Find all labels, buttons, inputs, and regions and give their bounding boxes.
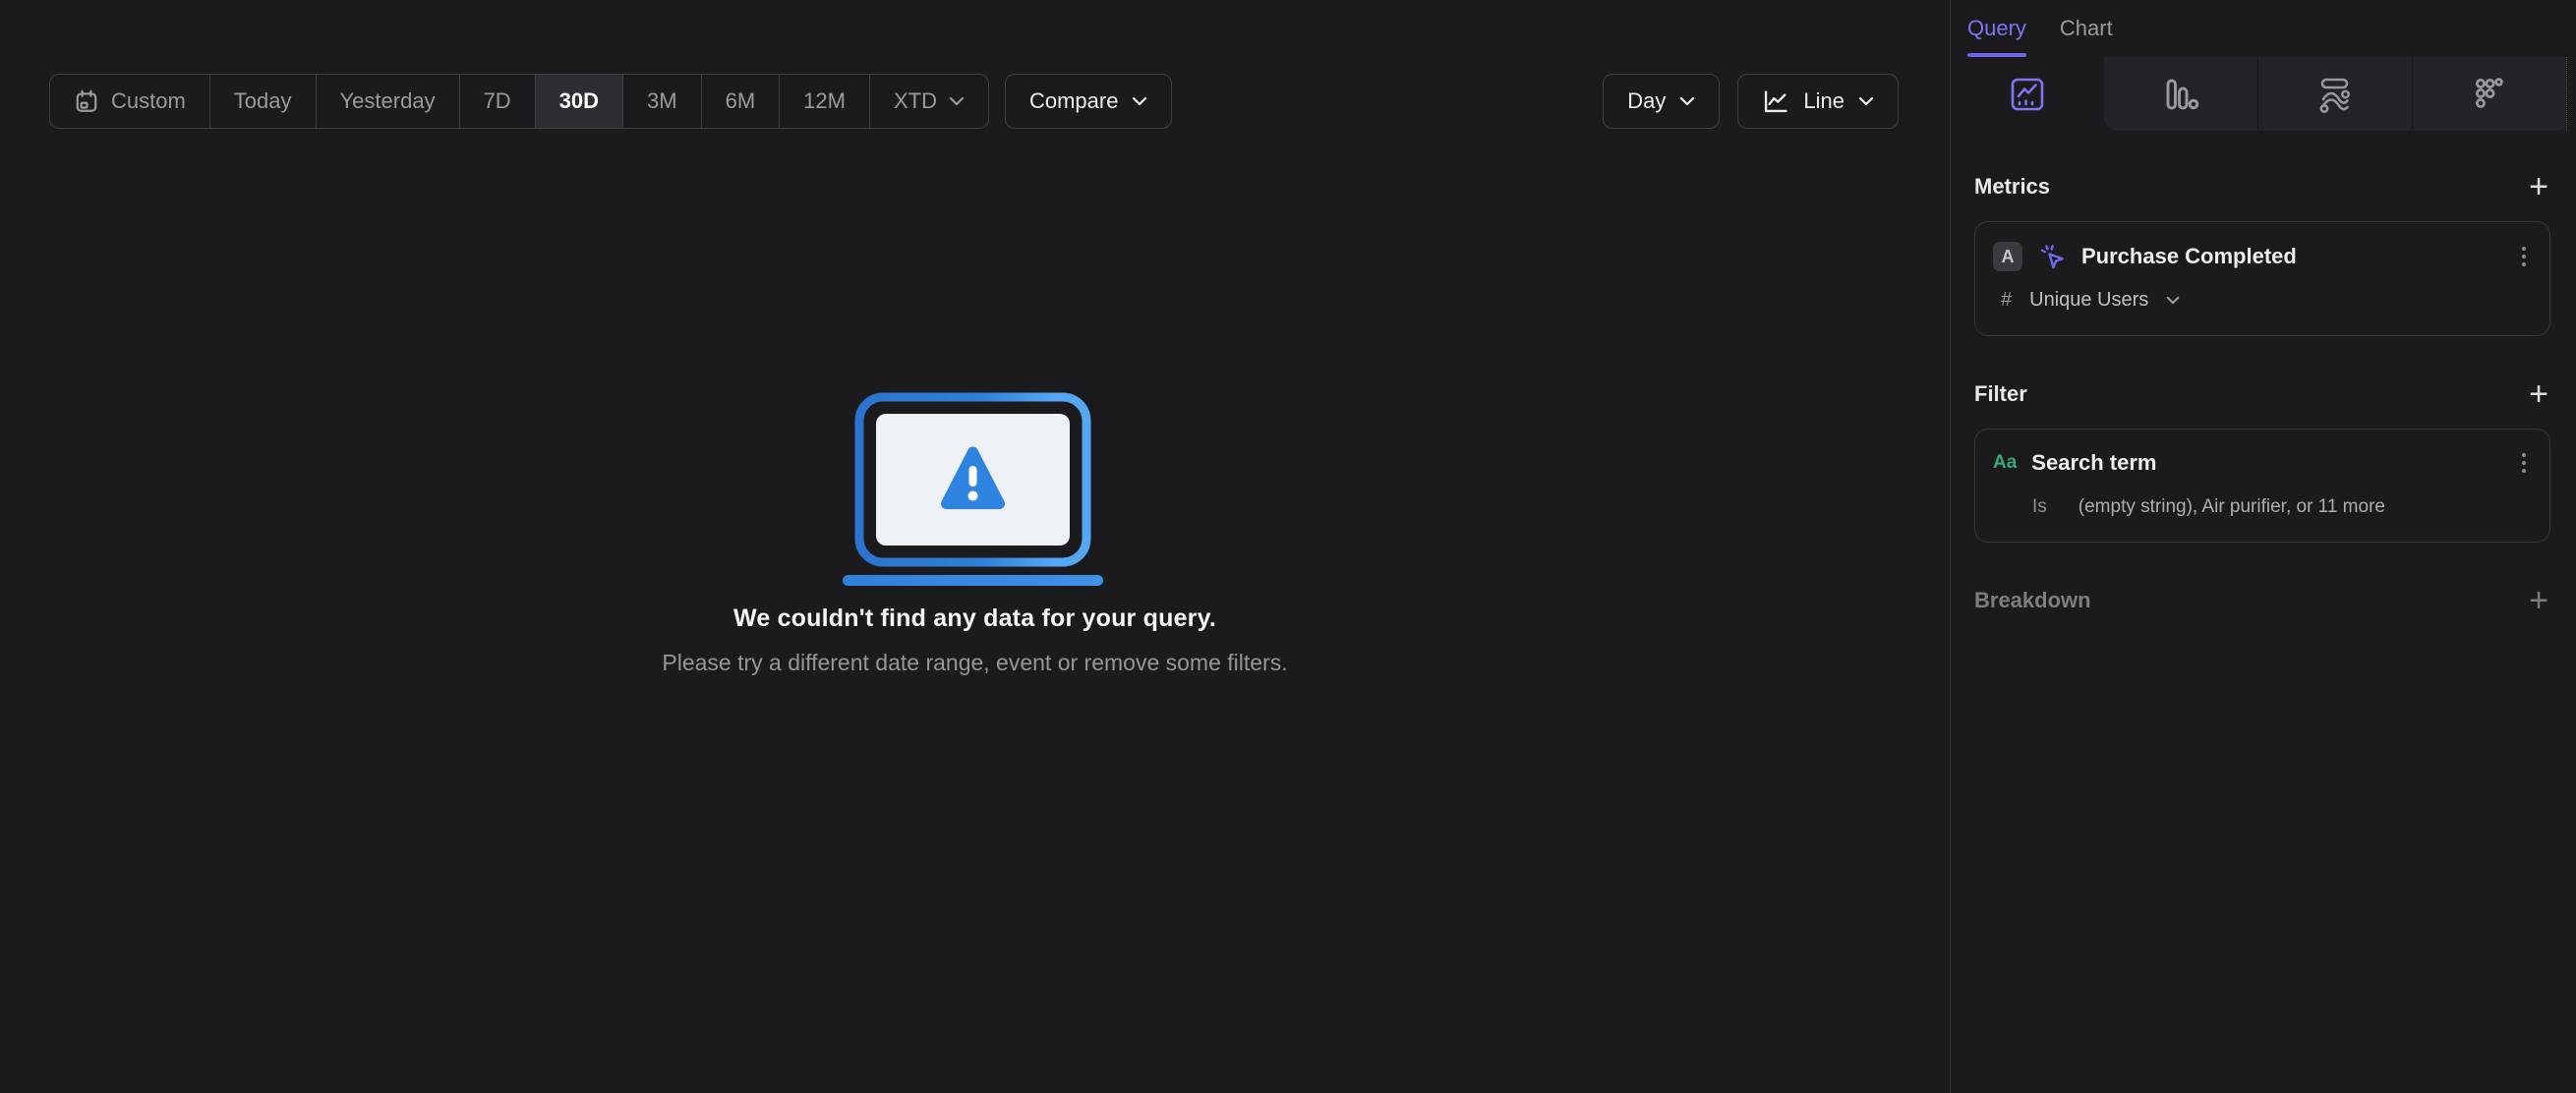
chart-type-tab-strip: [1951, 57, 2576, 131]
date-range-label: 30D: [558, 88, 600, 113]
tab-query[interactable]: Query: [1967, 0, 2026, 57]
filter-values: (empty string), Air purifier, or 11 more: [2078, 496, 2385, 517]
query-builder-panel: Query Chart Metrics + A Purchase Complet…: [1950, 0, 2576, 1093]
date-range-label: 7D: [483, 88, 511, 113]
granularity-label: Day: [1627, 88, 1667, 113]
kebab-menu-icon[interactable]: [2516, 243, 2532, 270]
filter-property-row[interactable]: Aa Search term: [1993, 449, 2532, 477]
metric-event-row[interactable]: A Purchase Completed: [1993, 242, 2532, 271]
date-range-today[interactable]: Today: [210, 75, 317, 128]
chevron-down-icon: [949, 96, 965, 106]
panel-body: Metrics + A Purchase Completed # Unique …: [1951, 170, 2576, 617]
filter-property-name: Search term: [2031, 450, 2157, 475]
flow-chart-icon: [2319, 78, 2350, 113]
date-range-7d[interactable]: 7D: [460, 75, 536, 128]
string-type-icon: Aa: [1993, 452, 2018, 473]
compare-button[interactable]: Compare: [1004, 74, 1173, 129]
date-range-label: XTD: [893, 88, 937, 113]
aggregation-symbol: #: [2001, 289, 2013, 311]
chevron-down-icon: [1680, 96, 1695, 106]
line-chart-icon: [1765, 90, 1788, 113]
date-range-6m[interactable]: 6M: [702, 75, 781, 128]
date-range-yesterday[interactable]: Yesterday: [317, 75, 460, 128]
laptop-warning-illustration: [842, 392, 1103, 586]
date-range-30d[interactable]: 30D: [535, 75, 624, 128]
chart-controls: Day Line: [1603, 74, 1899, 129]
metric-aggregation-dropdown[interactable]: # Unique Users: [1993, 289, 2532, 312]
filter-title: Filter: [1974, 381, 2027, 406]
insights-line-icon: [2011, 78, 2044, 110]
date-range-custom[interactable]: Custom: [50, 75, 210, 128]
date-range-xtd[interactable]: XTD: [870, 75, 988, 128]
empty-state-subtitle: Please try a different date range, event…: [662, 650, 1288, 675]
tab-chart[interactable]: Chart: [2060, 0, 2113, 57]
date-range-12m[interactable]: 12M: [780, 75, 870, 128]
add-filter-button[interactable]: +: [2527, 377, 2550, 411]
metric-card[interactable]: A Purchase Completed # Unique Users: [1974, 221, 2550, 336]
chevron-down-icon: [1133, 96, 1147, 106]
metric-event-name: Purchase Completed: [2081, 244, 2297, 268]
date-range-label: Yesterday: [339, 88, 436, 113]
scatter-dots-icon: [2475, 77, 2503, 108]
tab-query-label: Query: [1967, 16, 2026, 40]
toolbar: Custom Today Yesterday 7D 30D 3M 6M 12M …: [49, 74, 1899, 129]
tab-chart-label: Chart: [2059, 16, 2113, 40]
kebab-menu-icon[interactable]: [2516, 449, 2532, 477]
empty-state: We couldn't find any data for your query…: [0, 390, 1950, 676]
metric-letter-badge: A: [1993, 242, 2022, 271]
add-breakdown-button[interactable]: +: [2527, 584, 2550, 617]
date-range-label: 6M: [725, 88, 756, 113]
chart-type-tab-bar[interactable]: [2104, 57, 2257, 131]
filter-section-header: Filter +: [1974, 377, 2550, 411]
panel-tabs: Query Chart: [1951, 0, 2576, 57]
date-range-label: Today: [233, 88, 292, 113]
main-area: Custom Today Yesterday 7D 30D 3M 6M 12M …: [0, 0, 1950, 1093]
breakdown-title: Breakdown: [1974, 588, 2091, 612]
bar-chart-icon: [2166, 79, 2199, 109]
add-metric-button[interactable]: +: [2527, 170, 2550, 203]
calendar-icon: [76, 89, 97, 112]
breakdown-section-header: Breakdown +: [1974, 584, 2550, 617]
date-range-label: 3M: [647, 88, 677, 113]
chart-type-button[interactable]: Line: [1737, 74, 1899, 129]
chart-type-tab-scatter[interactable]: [2412, 57, 2566, 131]
aggregation-label: Unique Users: [2029, 289, 2149, 311]
granularity-button[interactable]: Day: [1603, 74, 1721, 129]
panel-scrollbar[interactable]: [2566, 57, 2576, 131]
chevron-down-icon: [2166, 296, 2180, 305]
metrics-section-header: Metrics +: [1974, 170, 2550, 203]
empty-state-title: We couldn't find any data for your query…: [732, 604, 1217, 632]
chart-type-tab-insights[interactable]: [1951, 57, 2104, 131]
date-range-group: Custom Today Yesterday 7D 30D 3M 6M 12M …: [49, 74, 989, 129]
chart-type-label: Line: [1803, 88, 1844, 113]
compare-label: Compare: [1028, 88, 1119, 113]
chevron-down-icon: [1858, 96, 1874, 106]
date-range-label: Custom: [111, 88, 186, 113]
chart-type-tab-flow[interactable]: [2257, 57, 2412, 131]
metrics-title: Metrics: [1974, 174, 2051, 199]
date-range-3m[interactable]: 3M: [623, 75, 702, 128]
filter-card[interactable]: Aa Search term Is (empty string), Air pu…: [1974, 429, 2550, 543]
filter-condition-row[interactable]: Is (empty string), Air purifier, or 11 m…: [1993, 496, 2532, 518]
filter-operator: Is: [2032, 496, 2047, 517]
date-range-label: 12M: [803, 88, 846, 113]
event-click-icon: [2040, 245, 2064, 269]
